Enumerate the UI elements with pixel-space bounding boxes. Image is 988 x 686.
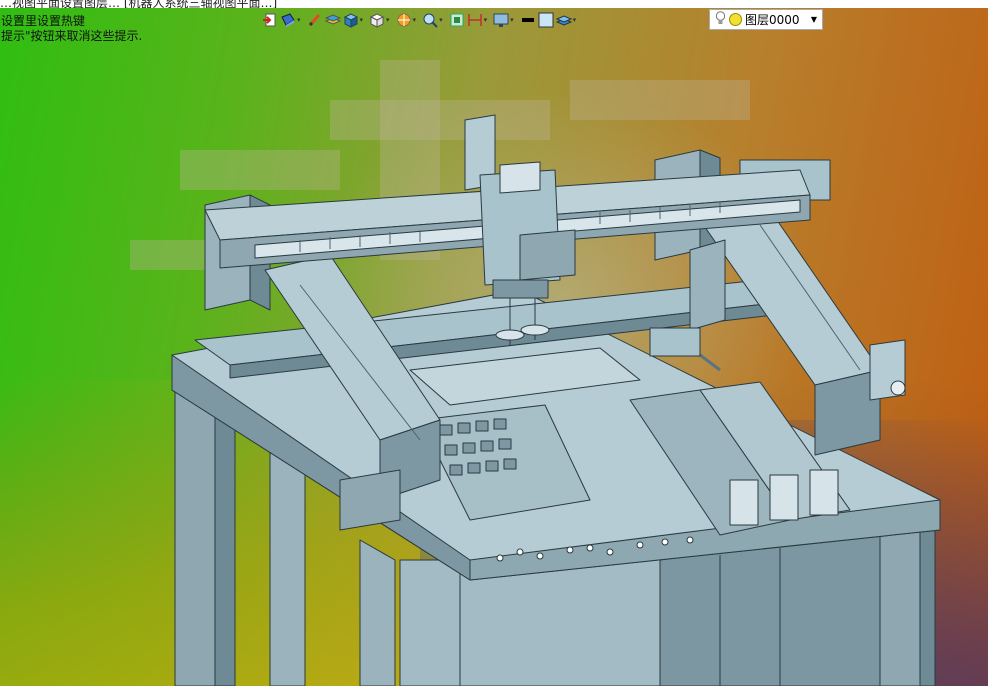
lightbulb-icon[interactable] [715, 11, 726, 28]
display-icon [493, 12, 509, 28]
view-orient-button[interactable]: ▾ [280, 9, 305, 31]
fill-color-icon [538, 12, 554, 28]
window-title-bar: …视图平面设置图层… [机器人系统三轴视图平面…] [0, 0, 988, 8]
layer-stack-button[interactable] [324, 9, 341, 31]
dimension-button[interactable]: ▾ [467, 9, 492, 31]
hint-text-line2: 提示"按钮来取消这些提示. [1, 29, 143, 43]
cube-blue-icon [343, 12, 359, 28]
layers-icon [555, 12, 572, 28]
solid-button[interactable]: ▾ [343, 9, 368, 31]
zoom-icon [422, 12, 438, 28]
window-title: …视图平面设置图层… [机器人系统三轴视图平面…] [0, 0, 278, 8]
render-icon [396, 12, 412, 28]
fill-color-button[interactable] [538, 9, 554, 31]
layer-select[interactable]: 图层0000 ▼ [709, 9, 823, 30]
view-icon [280, 12, 296, 28]
3d-viewport[interactable] [0, 0, 988, 686]
line-color-button[interactable] [520, 9, 536, 31]
import-icon [262, 12, 278, 28]
import-button[interactable] [262, 9, 278, 31]
cad-model[interactable] [0, 0, 988, 686]
fit-view-button[interactable] [449, 9, 465, 31]
pen-icon [307, 12, 323, 28]
render-button[interactable]: ▾ [396, 9, 421, 31]
view-toolbar: ▾ ▾ ▾ ▾ ▾ ▾ ▾ ▾ [262, 9, 582, 31]
layers-button[interactable]: ▾ [555, 9, 581, 31]
sketch-button[interactable] [307, 9, 323, 31]
dropdown-arrow-icon[interactable]: ▼ [811, 15, 817, 24]
dimension-icon [467, 12, 483, 28]
layer-name: 图层0000 [745, 13, 800, 27]
cube-white-icon [369, 12, 385, 28]
layer-color-icon[interactable] [729, 13, 742, 26]
fit-icon [449, 12, 465, 28]
line-color-icon [520, 12, 536, 28]
layer-stack-icon [324, 12, 341, 28]
zoom-button[interactable]: ▾ [422, 9, 447, 31]
display-button[interactable]: ▾ [493, 9, 518, 31]
wire-cube-button[interactable]: ▾ [369, 9, 394, 31]
